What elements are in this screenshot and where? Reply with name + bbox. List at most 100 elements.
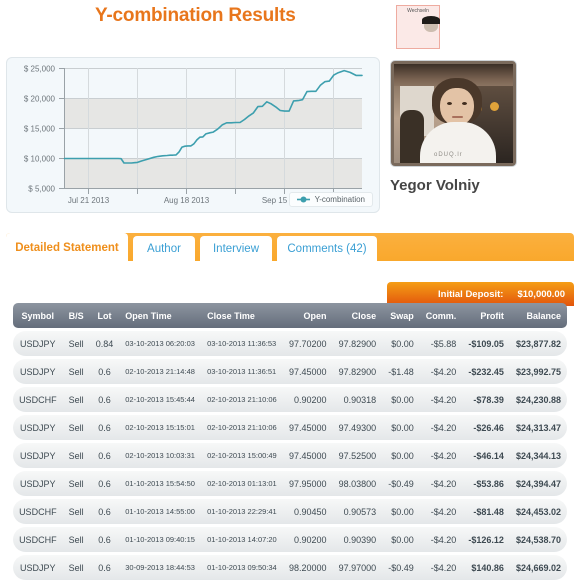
chart-y-tick-labels: $ 25,000 $ 20,000 $ 15,000 $ 10,000 $ 5,… bbox=[24, 65, 56, 194]
tab-detailed-statement[interactable]: Detailed Statement bbox=[6, 233, 128, 261]
table-header-row: Symbol B/S Lot Open Time Close Time Open… bbox=[13, 303, 567, 328]
cell-bs: Sell bbox=[62, 415, 90, 440]
col-close[interactable]: Close bbox=[332, 303, 383, 328]
table-row[interactable]: USDJPY Sell 0.6 02-10-2013 10:03:31 02-10-20… bbox=[13, 443, 567, 468]
cell-close-time: 01-10-2013 14:07:20 bbox=[201, 527, 283, 552]
cell-close: 97.52500 bbox=[332, 443, 383, 468]
col-lot[interactable]: Lot bbox=[89, 303, 120, 328]
table-row[interactable]: USDCHF Sell 0.6 02-10-2013 15:45:44 02-10-20… bbox=[13, 387, 567, 412]
cell-lot: 0.6 bbox=[89, 555, 120, 580]
cell-open: 0.90450 bbox=[282, 499, 333, 524]
tab-interview[interactable]: Interview bbox=[200, 236, 272, 261]
cell-close-time: 02-10-2013 21:10:06 bbox=[201, 415, 283, 440]
cell-profit: -$109.05 bbox=[462, 331, 510, 356]
cell-open: 97.45000 bbox=[282, 443, 333, 468]
cell-comm: -$4.20 bbox=[419, 415, 463, 440]
cell-close-time: 01-10-2013 22:29:41 bbox=[201, 499, 283, 524]
cell-swap: $0.00 bbox=[382, 331, 420, 356]
table-row[interactable]: USDJPY Sell 0.6 02-10-2013 15:15:01 02-10-20… bbox=[13, 415, 567, 440]
cell-close: 0.90318 bbox=[332, 387, 383, 412]
table-row[interactable]: USDJPY Sell 0.6 30-09-2013 18:44:53 01-10-20… bbox=[13, 555, 567, 580]
table-row[interactable]: USDCHF Sell 0.6 01-10-2013 14:55:00 01-10-20… bbox=[13, 499, 567, 524]
cell-symbol: USDJPY bbox=[13, 331, 63, 356]
tab-label: Comments (42) bbox=[287, 243, 367, 255]
cell-comm: -$4.20 bbox=[419, 499, 463, 524]
table-row[interactable]: USDJPY Sell 0.84 03-10-2013 06:20:03 03-10-2… bbox=[13, 331, 567, 356]
cell-open-time: 03-10-2013 06:20:03 bbox=[119, 331, 202, 356]
tab-author[interactable]: Author bbox=[133, 236, 195, 261]
col-open[interactable]: Open bbox=[282, 303, 333, 328]
table-header: Symbol B/S Lot Open Time Close Time Open… bbox=[13, 303, 567, 328]
cell-swap: $0.00 bbox=[382, 527, 420, 552]
cell-close: 98.03800 bbox=[332, 471, 383, 496]
legend-label: Y-combination bbox=[314, 195, 365, 204]
initial-deposit-label: Initial Deposit: bbox=[438, 288, 504, 300]
cell-close: 97.82900 bbox=[332, 331, 383, 356]
cell-bs: Sell bbox=[62, 331, 90, 356]
cell-close-time: 03-10-2013 11:36:53 bbox=[201, 331, 283, 356]
cell-close: 0.90390 bbox=[332, 527, 383, 552]
table-row[interactable]: USDJPY Sell 0.6 02-10-2013 21:14:48 03-10-20… bbox=[13, 359, 567, 384]
cell-balance: $24,313.47 bbox=[509, 415, 567, 440]
cell-balance: $24,538.70 bbox=[509, 527, 567, 552]
col-balance[interactable]: Balance bbox=[509, 303, 567, 328]
xtick-label: Aug 18 2013 bbox=[164, 196, 210, 205]
switch-account-badge[interactable]: Wechseln bbox=[396, 5, 440, 49]
ytick-label: $ 5,000 bbox=[28, 185, 55, 194]
cell-comm: -$5.88 bbox=[419, 331, 463, 356]
chart-y-ticks bbox=[59, 68, 64, 189]
col-open-time[interactable]: Open Time bbox=[119, 303, 202, 328]
cell-comm: -$4.20 bbox=[419, 471, 463, 496]
cell-close-time: 02-10-2013 21:10:06 bbox=[201, 387, 283, 412]
cell-open: 97.45000 bbox=[282, 359, 333, 384]
cell-comm: -$4.20 bbox=[419, 387, 463, 412]
cell-swap: $0.00 bbox=[382, 387, 420, 412]
cell-open-time: 01-10-2013 15:54:50 bbox=[119, 471, 202, 496]
cell-lot: 0.6 bbox=[89, 443, 120, 468]
col-bs[interactable]: B/S bbox=[62, 303, 90, 328]
chart-legend[interactable]: Y-combination bbox=[288, 192, 373, 207]
chart-x-tick-labels: Jul 21 2013 Aug 18 2013 Sep 15 2013 bbox=[68, 196, 308, 205]
cell-bs: Sell bbox=[62, 527, 90, 552]
statement-page: Y-combination Results Wechseln $ 25,000 … bbox=[0, 0, 580, 582]
col-close-time[interactable]: Close Time bbox=[201, 303, 283, 328]
cell-swap: -$0.49 bbox=[382, 555, 420, 580]
cell-close-time: 03-10-2013 11:36:51 bbox=[201, 359, 283, 384]
cell-open: 97.45000 bbox=[282, 415, 333, 440]
cell-symbol: USDJPY bbox=[13, 471, 63, 496]
table-row[interactable]: USDJPY Sell 0.6 01-10-2013 15:54:50 02-10-20… bbox=[13, 471, 567, 496]
cell-balance: $24,394.47 bbox=[509, 471, 567, 496]
cell-lot: 0.6 bbox=[89, 499, 120, 524]
cell-open: 98.20000 bbox=[282, 555, 333, 580]
col-swap[interactable]: Swap bbox=[382, 303, 420, 328]
col-symbol[interactable]: Symbol bbox=[13, 303, 63, 328]
cell-close-time: 02-10-2013 01:13:01 bbox=[201, 471, 283, 496]
cell-lot: 0.6 bbox=[89, 387, 120, 412]
cell-bs: Sell bbox=[62, 555, 90, 580]
cell-bs: Sell bbox=[62, 443, 90, 468]
tab-comments[interactable]: Comments (42) bbox=[277, 236, 377, 261]
equity-chart: $ 25,000 $ 20,000 $ 15,000 $ 10,000 $ 5,… bbox=[24, 65, 363, 205]
table-row[interactable]: USDCHF Sell 0.6 01-10-2013 09:40:15 01-10-20… bbox=[13, 527, 567, 552]
cell-open: 97.70200 bbox=[282, 331, 333, 356]
ytick-label: $ 25,000 bbox=[24, 65, 56, 74]
page-header: Y-combination Results Wechseln bbox=[0, 0, 580, 50]
cell-open: 0.90200 bbox=[282, 387, 333, 412]
cell-swap: -$1.48 bbox=[382, 359, 420, 384]
cell-profit: -$126.12 bbox=[462, 527, 510, 552]
cell-bs: Sell bbox=[62, 499, 90, 524]
author-name: Yegor Volniy bbox=[390, 177, 480, 194]
cell-open: 0.90200 bbox=[282, 527, 333, 552]
table-body: USDJPY Sell 0.84 03-10-2013 06:20:03 03-10-2… bbox=[13, 331, 567, 582]
cell-profit: $140.86 bbox=[462, 555, 510, 580]
cell-open-time: 02-10-2013 21:14:48 bbox=[119, 359, 202, 384]
cell-balance: $24,669.02 bbox=[509, 555, 567, 580]
legend-marker-icon bbox=[296, 196, 310, 203]
cell-symbol: USDCHF bbox=[13, 499, 63, 524]
author-profile: oDUQ.lr Yegor Volniy bbox=[390, 60, 575, 194]
equity-chart-panel: $ 25,000 $ 20,000 $ 15,000 $ 10,000 $ 5,… bbox=[6, 57, 380, 213]
col-profit[interactable]: Profit bbox=[462, 303, 510, 328]
detailed-statement-table: Symbol B/S Lot Open Time Close Time Open… bbox=[13, 300, 567, 582]
author-photo[interactable]: oDUQ.lr bbox=[390, 60, 517, 167]
col-comm[interactable]: Comm. bbox=[419, 303, 463, 328]
